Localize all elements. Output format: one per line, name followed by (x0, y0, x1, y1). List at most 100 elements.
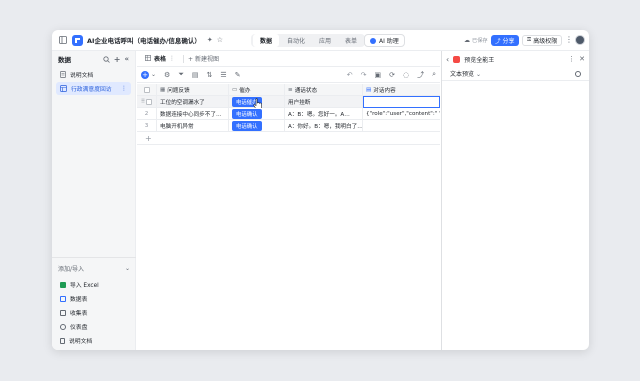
call-confirm-button[interactable]: 电话确认 (232, 109, 262, 119)
data-grid: ▦ 问题反馈 ▭ 催办 ≡ 通话状态 ▤ 对话内容 ⠿ 工位的空调漏水了 电话催… (137, 84, 440, 145)
cell-content[interactable] (363, 96, 440, 108)
pin-icon[interactable]: ✦ (207, 36, 213, 44)
add-row[interactable]: + (137, 132, 440, 145)
sidebar-item-doc[interactable]: 说明文档 (56, 68, 131, 81)
import-dashboard[interactable]: 仪表盘 (56, 320, 132, 333)
doc-icon (60, 337, 65, 344)
import-form[interactable]: 收集表 (56, 306, 132, 319)
add-icon[interactable]: + (114, 55, 121, 64)
view-tabs: 表格 ⋮ + 新建视图 (137, 51, 440, 67)
table-icon (60, 85, 67, 92)
sync-icon[interactable]: ⟳ (389, 71, 395, 79)
add-import-header[interactable]: 添加/导入 ⌄ (58, 264, 130, 273)
cell-status[interactable]: 用户挂断 (285, 96, 363, 108)
share-label: 分享 (502, 38, 515, 45)
top-tabs: 数据 自动化 应用 表单 (251, 34, 366, 47)
cell-button[interactable]: 电话确认 (229, 120, 285, 132)
tab-automation[interactable]: 自动化 (281, 34, 311, 47)
sidebar-item-label: 说明文档 (70, 73, 94, 79)
select-all-checkbox-cell[interactable] (137, 84, 157, 96)
import-table[interactable]: 数据表 (56, 292, 132, 305)
add-record-button[interactable]: + ⌄ (141, 70, 156, 79)
column-header-feedback[interactable]: ▦ 问题反馈 (157, 84, 229, 96)
add-row-button[interactable]: + (137, 132, 229, 145)
lock-icon: ⚿ (527, 37, 532, 43)
new-view-button[interactable]: + 新建视图 (188, 54, 219, 63)
cell-button[interactable]: 电话确认 (229, 108, 285, 120)
excel-icon (60, 281, 66, 288)
permission-label: 高级权限 (533, 38, 558, 45)
close-icon[interactable]: ✕ (579, 55, 585, 63)
column-header-label: 催办 (239, 88, 251, 94)
checkbox[interactable] (143, 87, 150, 93)
share-icon[interactable]: ⤴ (417, 70, 424, 80)
row-number: 3 (137, 120, 157, 132)
cell-status[interactable]: A：B：嗯。您好一。A… (285, 108, 363, 120)
preview-mode-select[interactable]: 文本预览 ⌄ (450, 69, 575, 78)
import-list: 导入 Excel 数据表 收集表 仪表盘 说明文档 (52, 277, 136, 348)
share-icon: ⤴ (495, 38, 501, 45)
tab-form[interactable]: 表单 (339, 34, 363, 47)
drag-handle-icon[interactable]: ⠿ (141, 99, 145, 105)
add-circle-icon: + (141, 70, 149, 79)
cell-content[interactable] (363, 120, 440, 132)
view-tab-grid[interactable]: 表格 ⋮ (141, 52, 180, 65)
cell-feedback[interactable]: 数据连接中心同步不了… (157, 108, 229, 120)
divider (183, 54, 185, 63)
sort-icon[interactable]: ⇅ (207, 71, 213, 79)
ai-assistant-label: AI 助理 (379, 38, 399, 45)
table-row[interactable]: 2 数据连接中心同步不了… 电话确认 A：B：嗯。您好一。A… {"role":… (137, 108, 440, 120)
cell-button[interactable]: 电话催办 (229, 96, 285, 108)
sidebar-divider (52, 257, 136, 258)
checkbox[interactable] (146, 99, 153, 105)
more-icon[interactable]: ⋮ (121, 85, 127, 92)
add-import-label: 添加/导入 (58, 266, 85, 273)
preview-mode-label: 文本预览 (450, 71, 475, 78)
settings-icon[interactable]: ⚙ (164, 71, 170, 79)
group-icon[interactable]: ▤ (192, 71, 199, 79)
search-icon[interactable] (103, 55, 110, 63)
import-doc[interactable]: 说明文档 (56, 334, 132, 347)
collapse-icon[interactable]: « (124, 55, 129, 63)
ai-assistant-button[interactable]: AI 助理 (364, 34, 405, 47)
cell-status[interactable]: A：你好。B：嗯，我明白了… (285, 120, 363, 132)
search-icon[interactable]: ⌕ (432, 70, 436, 79)
form-icon[interactable]: ▣ (374, 71, 381, 79)
tab-apps[interactable]: 应用 (313, 34, 337, 47)
cell-feedback[interactable]: 电脑开机异常 (157, 120, 229, 132)
star-icon[interactable]: ☆ (217, 36, 223, 44)
avatar[interactable] (575, 35, 585, 45)
filter-icon[interactable]: ⏷ (178, 70, 184, 79)
comment-icon[interactable]: ◌ (403, 71, 409, 79)
permission-button[interactable]: ⚿ 高级权限 (522, 35, 563, 46)
sidebar-title: 数据 (58, 56, 71, 64)
redo-icon[interactable]: ↷ (361, 71, 367, 79)
table-row[interactable]: 3 电脑开机异常 电话确认 A：你好。B：嗯，我明白了… (137, 120, 440, 132)
sidebar: 数据 + « 说明文档 行政满意度回访 ⋮ 添加/导入 ⌄ 导入 Excel 数… (52, 51, 136, 350)
import-item-label: 说明文档 (69, 339, 93, 345)
column-header-content[interactable]: ▤ 对话内容 (363, 84, 440, 96)
import-excel[interactable]: 导入 Excel (56, 278, 132, 291)
table-row[interactable]: ⠿ 工位的空调漏水了 电话催办 用户挂断 (137, 96, 440, 108)
more-icon[interactable]: ⋮ (565, 35, 573, 44)
sidebar-item-table[interactable]: 行政满意度回访 ⋮ (56, 82, 131, 95)
call-confirm-button[interactable]: 电话确认 (232, 121, 262, 131)
row-height-icon[interactable]: ☰ (220, 71, 226, 79)
column-header-label: 对话内容 (373, 88, 396, 94)
cell-feedback[interactable]: 工位的空调漏水了 (157, 96, 229, 108)
paint-icon[interactable]: ✎ (235, 71, 241, 79)
more-icon[interactable]: ⋮ (169, 55, 175, 62)
ai-icon (370, 37, 376, 44)
undo-icon[interactable]: ↶ (347, 71, 353, 79)
back-icon[interactable]: ‹ (446, 55, 449, 64)
tab-data[interactable]: 数据 (253, 34, 280, 47)
cell-content[interactable]: {"role":"user","content":" "… (363, 108, 440, 120)
sidebar-toggle-icon[interactable] (56, 36, 70, 44)
share-button[interactable]: ⤴ 分享 (491, 35, 519, 46)
column-header-status[interactable]: ≡ 通话状态 (285, 84, 363, 96)
more-icon[interactable]: ⋮ (568, 55, 575, 63)
import-item-label: 仪表盘 (70, 325, 88, 331)
settings-icon[interactable] (575, 70, 581, 77)
column-header-button[interactable]: ▭ 催办 (229, 84, 285, 96)
sidebar-item-label: 行政满意度回访 (71, 87, 112, 93)
